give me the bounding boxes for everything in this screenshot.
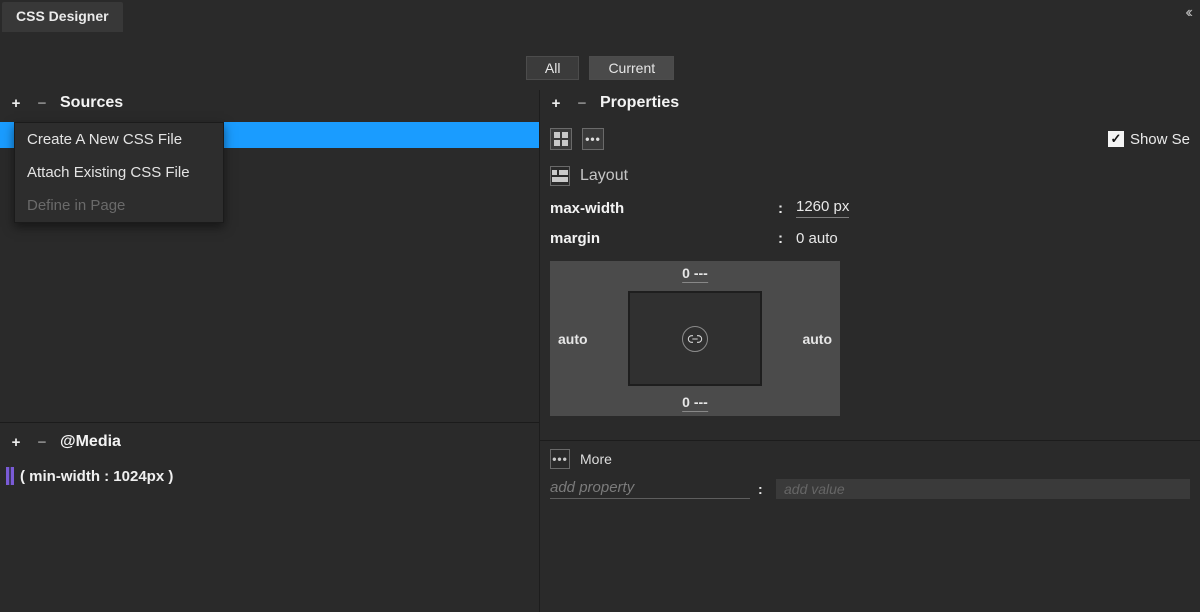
layout-icon	[550, 166, 570, 186]
more-icon: •••	[550, 449, 570, 469]
show-set-checkbox[interactable]: ✓	[1108, 131, 1124, 147]
media-query-item[interactable]: ( min-width : 1024px )	[0, 461, 539, 491]
add-property-input[interactable]: add property	[550, 479, 750, 499]
media-remove-button[interactable]: −	[34, 434, 50, 451]
properties-heading: Properties	[600, 94, 679, 112]
collapse-panel-icon[interactable]: ‹‹	[1185, 4, 1190, 22]
media-query-text: ( min-width : 1024px )	[20, 468, 173, 485]
category-more-button[interactable]: •••	[582, 128, 604, 150]
sources-add-button[interactable]: +	[8, 95, 24, 112]
add-value-input[interactable]: add value	[776, 479, 1190, 499]
media-header: + − @Media	[0, 429, 539, 461]
tab-current[interactable]: Current	[589, 56, 674, 80]
colon: :	[778, 230, 788, 247]
sources-heading: Sources	[60, 94, 123, 112]
menu-create-new-css[interactable]: Create A New CSS File	[15, 123, 223, 156]
tab-all[interactable]: All	[526, 56, 580, 80]
margin-top-value[interactable]: 0 ---	[682, 265, 708, 283]
media-query-bracket-icon	[6, 467, 14, 485]
colon: :	[778, 200, 788, 217]
layout-group-title: Layout	[580, 167, 628, 185]
prop-val-margin[interactable]: 0 auto	[796, 230, 838, 247]
ellipsis-icon: •••	[585, 132, 601, 146]
prop-key-margin: margin	[550, 230, 770, 247]
media-add-button[interactable]: +	[8, 434, 24, 451]
colon: :	[758, 481, 768, 497]
menu-define-in-page: Define in Page	[15, 189, 223, 222]
prop-margin[interactable]: margin : 0 auto	[540, 224, 1200, 253]
media-heading: @Media	[60, 433, 121, 451]
property-category-row: ••• ✓ Show Se	[540, 122, 1200, 156]
content-box	[628, 291, 762, 386]
prop-max-width[interactable]: max-width : 1260 px	[540, 192, 1200, 224]
prop-key-max-width: max-width	[550, 200, 770, 217]
show-set-toggle[interactable]: ✓ Show Se	[1108, 131, 1190, 148]
margin-left-value[interactable]: auto	[558, 331, 588, 347]
properties-remove-button[interactable]: −	[574, 95, 590, 112]
layout-group-header: Layout	[540, 156, 1200, 192]
margin-box-model[interactable]: 0 --- 0 --- auto auto	[550, 261, 840, 416]
divider	[540, 440, 1200, 441]
panel-tab-css-designer[interactable]: CSS Designer	[2, 2, 123, 32]
properties-header: + − Properties	[540, 90, 1200, 122]
prop-val-max-width[interactable]: 1260 px	[796, 198, 849, 218]
show-set-label: Show Se	[1130, 131, 1190, 148]
margin-right-value[interactable]: auto	[802, 331, 832, 347]
sources-add-menu: Create A New CSS File Attach Existing CS…	[14, 122, 224, 223]
category-layout-button[interactable]	[550, 128, 572, 150]
menu-attach-existing-css[interactable]: Attach Existing CSS File	[15, 156, 223, 189]
link-values-icon[interactable]	[682, 326, 708, 352]
properties-add-button[interactable]: +	[548, 95, 564, 112]
more-group-title: More	[580, 451, 612, 467]
more-group-header: ••• More	[540, 443, 1200, 475]
sources-header: + − Sources	[0, 90, 539, 122]
mode-tabs: All Current	[0, 56, 1200, 82]
sources-remove-button[interactable]: −	[34, 95, 50, 112]
margin-bottom-value[interactable]: 0 ---	[682, 394, 708, 412]
grid-icon	[554, 132, 568, 146]
